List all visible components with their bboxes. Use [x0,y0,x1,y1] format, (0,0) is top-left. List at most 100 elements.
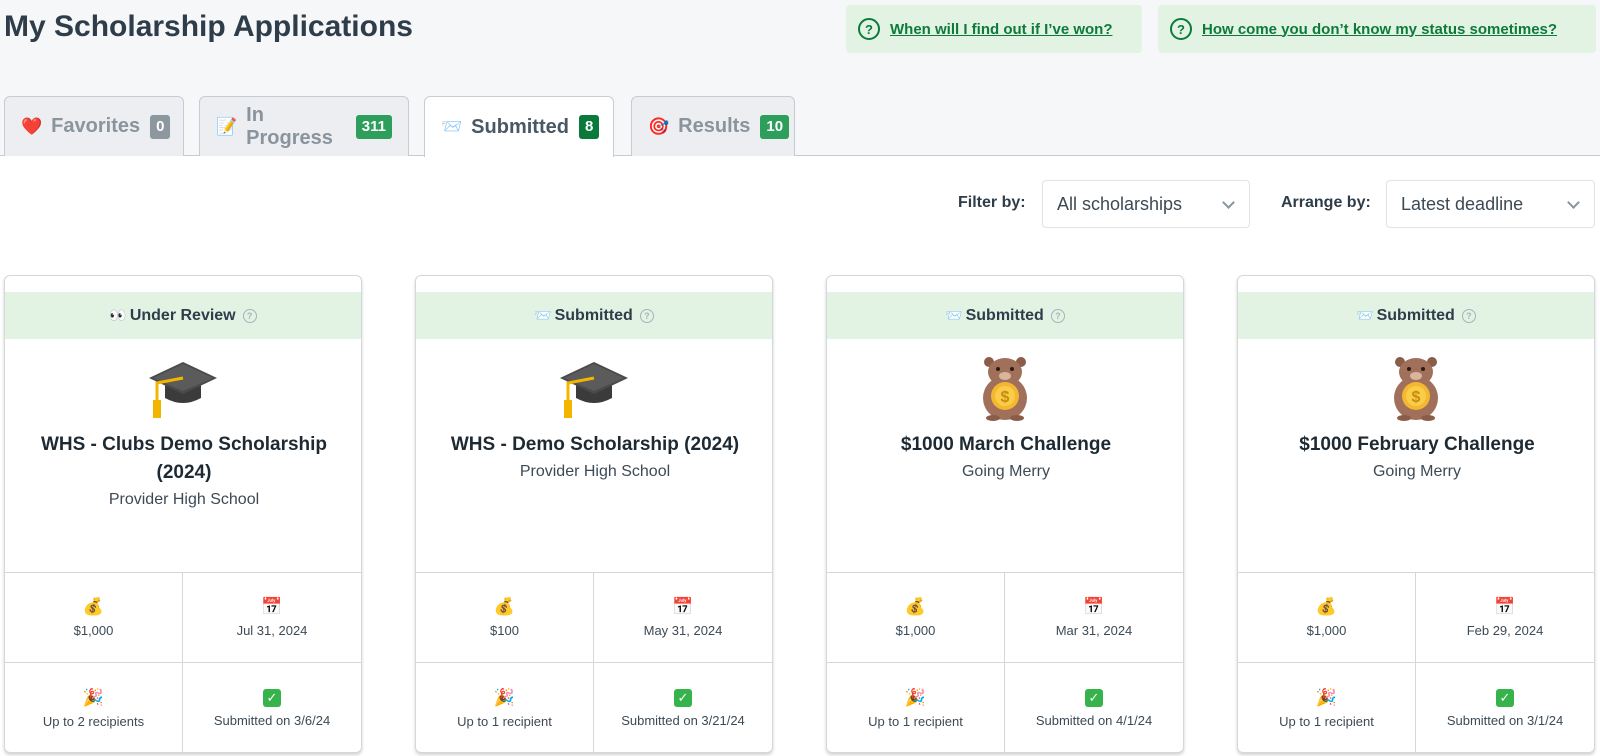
scholarship-title[interactable]: WHS - Demo Scholarship (2024) Provider H… [436,431,754,485]
envelope-icon: 📨 [945,307,963,323]
provider-name: Going Merry [1372,463,1462,480]
check-icon: ✓ [1496,688,1514,707]
chevron-down-icon [1567,196,1580,209]
graduation-cap-icon [416,354,772,422]
submitted-date: Submitted on 4/1/24 [1035,712,1153,728]
question-icon: ? [1170,18,1192,40]
card-details: 💰 $1,000 📅 Feb 29, 2024 🎉 Up to 1 recipi… [1238,572,1594,752]
envelope-icon: 📨 [441,117,463,136]
deadline-cell: 📅 May 31, 2024 [594,573,772,663]
tab-label: Favorites [51,115,141,137]
question-icon[interactable]: ? [242,308,257,323]
party-popper-icon: 🎉 [493,687,516,707]
title-text: WHS - Clubs Demo Scholarship (2024) [40,434,328,483]
help-link-label: How come you don’t know my status someti… [1202,20,1558,38]
arrange-select[interactable]: Latest deadline [1386,180,1595,228]
submitted-cell: ✓ Submitted on 3/6/24 [183,663,361,752]
provider-name: Provider High School [108,491,260,508]
title-text: WHS - Demo Scholarship (2024) [450,434,740,455]
calendar-icon: 📅 [672,597,694,616]
tab-label: Results [678,115,751,137]
help-link-status-unknown[interactable]: ? How come you don’t know my status some… [1158,5,1596,53]
status-banner: 📨 Submitted ? [416,292,772,339]
recipients-value: Up to 1 recipient [1279,713,1374,729]
recipients-cell: 🎉 Up to 1 recipient [827,663,1005,752]
filter-label: Filter by: [958,194,1026,211]
scholarship-title[interactable]: $1000 February Challenge Going Merry [1258,431,1576,485]
filter-value: All scholarships [1057,193,1183,214]
tab-submitted[interactable]: 📨 Submitted 8 [424,96,614,157]
tab-results[interactable]: 🎯 Results 10 [631,96,795,156]
tab-count-badge: 8 [578,115,600,139]
recipients-value: Up to 1 recipient [868,713,963,729]
envelope-icon: 📨 [1356,307,1374,323]
question-icon[interactable]: ? [1050,308,1065,323]
amount-value: $1,000 [1306,623,1347,638]
provider-name: Going Merry [961,463,1051,480]
scholarship-card[interactable]: 📨 Submitted ? WHS - Demo Scholarship (20… [415,275,773,753]
target-icon: 🎯 [648,116,670,136]
deadline-cell: 📅 Mar 31, 2024 [1005,573,1183,663]
status-label: Submitted [1376,306,1455,324]
amount-value: $1,000 [895,623,936,638]
calendar-icon: 📅 [261,597,283,616]
party-popper-icon: 🎉 [1315,687,1338,707]
deadline-value: Feb 29, 2024 [1466,623,1544,638]
envelope-icon: 📨 [534,307,552,323]
amount-cell: 💰 $100 [416,573,594,663]
scholarship-title[interactable]: WHS - Clubs Demo Scholarship (2024) Prov… [25,431,343,513]
tab-count-badge: 10 [760,114,790,139]
recipients-cell: 🎉 Up to 1 recipient [416,663,594,752]
title-text: $1000 March Challenge [900,434,1112,455]
amount-cell: 💰 $1,000 [827,573,1005,663]
money-bag-icon: 💰 [82,597,105,616]
tab-count-badge: 311 [355,114,392,139]
question-icon[interactable]: ? [1461,308,1476,323]
help-link-when-won[interactable]: ? When will I find out if I’ve won? [846,5,1142,53]
arrange-label: Arrange by: [1281,194,1371,211]
chevron-down-icon [1222,196,1235,209]
recipients-value: Up to 2 recipients [42,713,145,729]
deadline-value: Jul 31, 2024 [236,623,308,638]
check-icon: ✓ [263,688,281,707]
question-icon: ? [858,18,880,40]
deadline-value: May 31, 2024 [643,623,723,638]
filter-select[interactable]: All scholarships [1042,180,1250,228]
scholarship-card[interactable]: 📨 Submitted ? $ $1000 March Challenge Go… [826,275,1184,753]
svg-text:$: $ [1001,389,1010,406]
status-label: Under Review [129,306,236,324]
submitted-date: Submitted on 3/1/24 [1446,712,1564,728]
calendar-icon: 📅 [1494,597,1516,616]
tab-favorites[interactable]: ❤️ Favorites 0 [4,96,184,156]
submitted-date: Submitted on 3/21/24 [621,712,745,728]
help-link-label: When will I find out if I’ve won? [890,20,1113,38]
graduation-cap-icon [5,354,361,422]
memo-icon: 📝 [216,116,238,136]
recipients-cell: 🎉 Up to 1 recipient [1238,663,1416,752]
submitted-cell: ✓ Submitted on 3/1/24 [1416,663,1594,752]
submitted-date: Submitted on 3/6/24 [213,712,331,728]
heart-icon: ❤️ [21,116,43,136]
deadline-value: Mar 31, 2024 [1055,623,1133,638]
status-banner: 📨 Submitted ? [1238,292,1594,339]
calendar-icon: 📅 [1083,597,1105,616]
tab-in-progress[interactable]: 📝 In Progress 311 [199,96,409,156]
money-bag-icon: 💰 [1315,597,1338,616]
status-banner: 📨 Submitted ? [827,292,1183,339]
amount-value: $100 [490,623,519,638]
provider-name: Provider High School [519,463,671,480]
scholarship-card[interactable]: 📨 Submitted ? $ $1000 February Challenge… [1237,275,1595,753]
recipients-cell: 🎉 Up to 2 recipients [5,663,183,752]
beaver-coin-icon: $ [1238,354,1594,422]
question-icon[interactable]: ? [639,308,654,323]
check-icon: ✓ [674,688,692,707]
title-text: $1000 February Challenge [1299,434,1535,455]
eyes-icon: 👀 [109,307,127,323]
tab-count-badge: 0 [150,114,171,139]
page-title: My Scholarship Applications [4,10,413,43]
submitted-cell: ✓ Submitted on 4/1/24 [1005,663,1183,752]
arrange-value: Latest deadline [1401,193,1524,214]
party-popper-icon: 🎉 [904,687,927,707]
scholarship-title[interactable]: $1000 March Challenge Going Merry [847,431,1165,485]
scholarship-card[interactable]: 👀 Under Review ? WHS - Clubs Demo Schola… [4,275,362,753]
